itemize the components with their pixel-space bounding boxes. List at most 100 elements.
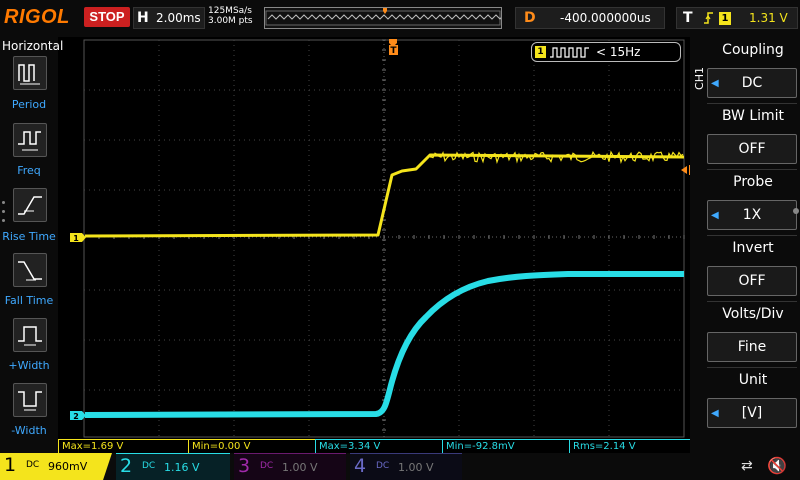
probe-title: Probe [733,174,773,190]
fall-time-button[interactable] [13,253,47,287]
volts-div-value: Fine [737,339,767,355]
waveform-memory-overview [264,7,525,29]
trigger-source-badge: 1 [719,12,731,25]
invert-value: OFF [738,273,766,289]
channel-1-scale: 960mV [48,460,88,473]
speaker-muted-icon[interactable]: 🔇 [767,456,787,475]
timebase-letter: H [137,10,149,26]
dc-coupling-icon: DC [26,460,40,470]
delay-value: -400.000000us [560,11,651,25]
ch1-max-measurement[interactable]: Max=1.69 V [58,439,188,453]
horizontal-measure-panel: Horizontal Period Freq Rise Time Fall Ti… [0,37,63,453]
negative-width-button[interactable] [13,383,47,417]
trigger-letter: T [683,10,693,26]
period-label: Period [11,98,47,111]
unit-value: [V] [741,405,763,421]
fall-time-label: Fall Time [4,294,54,307]
menu-divider [707,367,797,368]
menu-divider [707,301,797,302]
fall-time-icon [18,261,42,281]
measurement-bar: Max=1.69 V Min=0.00 V Max=3.34 V Min=-92… [58,439,690,453]
menu-divider [707,103,797,104]
channel-menu-panel: CH1 Coupling ◀ DC BW Limit OFF Probe ◀ 1… [690,37,800,453]
timebase-display[interactable]: H 2.00ms [133,7,205,29]
panel-title: Horizontal [2,39,64,53]
square-wave-icon [550,47,589,58]
rising-edge-icon [703,10,715,30]
frequency-button[interactable] [13,123,47,157]
positive-width-button[interactable] [13,318,47,352]
frequency-icon [18,131,41,151]
menu-divider [707,169,797,170]
coupling-title: Coupling [722,42,784,58]
channel-1-trace [84,153,685,238]
frequency-counter: 1 < 15Hz [531,42,681,62]
top-status-bar: RIGOL STOP H 2.00ms 125MSa/s 3.00M pts D… [0,0,800,37]
sample-rate: 125MSa/s [208,6,252,16]
freq-counter-channel: 1 [535,46,546,58]
memory-overview-graphic [265,8,525,26]
menu-divider [707,235,797,236]
rise-time-label: Rise Time [2,230,56,243]
ch2-min-measurement[interactable]: Min=-92.8mV [442,439,569,453]
delay-display[interactable]: D -400.000000us [515,7,665,29]
waveform-display[interactable]: T 1 2 [58,37,690,439]
system-status: ⇄ 🔇 [705,453,800,480]
ch1-min-measurement[interactable]: Min=0.00 V [188,439,315,453]
usb-icon: ⇄ [741,458,753,474]
coupling-value: DC [741,75,763,91]
channel-4-number: 4 [354,455,367,477]
scroll-indicator [2,201,6,228]
unit-menu[interactable]: ◀ [V] [707,398,797,428]
negative-width-label: -Width [11,424,47,437]
timebase-value: 2.00ms [156,11,201,25]
memory-depth: 3.00M pts [208,16,253,26]
channel-2-tab[interactable]: 2 DC 1.16 V [116,453,230,480]
channel-status-bar: 1 DC 960mV 2 DC 1.16 V 3 DC 1.00 V 4 DC … [0,453,800,480]
probe-menu[interactable]: ◀ 1X [707,200,797,230]
ch2-rms-measurement[interactable]: Rms=2.14 V [569,439,690,453]
channel-2-scale: 1.16 V [164,461,200,474]
channel-1-marker-label: 1 [73,234,79,243]
invert-menu[interactable]: OFF [707,266,797,296]
bw-limit-title: BW Limit [721,108,785,124]
trigger-position-marker [383,8,387,14]
channel-1-tab[interactable]: 1 DC 960mV [0,453,112,480]
channel-menu-label: CH1 [693,67,706,90]
bw-limit-value: OFF [738,141,766,157]
period-icon [18,64,40,85]
volts-div-menu[interactable]: Fine [707,332,797,362]
channel-1-number: 1 [4,454,17,476]
scroll-dot [793,208,799,214]
dc-coupling-icon: DC [260,461,274,471]
probe-value: 1X [742,207,762,223]
volts-div-title: Volts/Div [722,306,784,322]
run-stop-status[interactable]: STOP [84,7,130,27]
period-button[interactable] [13,56,47,90]
frequency-label: Freq [17,164,41,177]
positive-width-label: +Width [8,359,50,372]
freq-counter-value: < 15Hz [596,45,641,59]
invert-title: Invert [732,240,774,256]
channel-3-tab[interactable]: 3 DC 1.00 V [234,453,346,480]
positive-width-icon [18,326,42,346]
rigol-logo: RIGOL [4,6,70,28]
bw-limit-menu[interactable]: OFF [707,134,797,164]
delay-letter: D [524,10,536,26]
channel-4-tab[interactable]: 4 DC 1.00 V [350,453,462,480]
rise-time-button[interactable] [13,188,47,222]
channel-3-number: 3 [238,455,251,477]
ch2-max-measurement[interactable]: Max=3.34 V [315,439,442,453]
trigger-display[interactable]: T 1 1.31 V [676,7,798,29]
channel-2-number: 2 [120,455,133,477]
dc-coupling-icon: DC [376,461,390,471]
trigger-level: 1.31 V [749,11,788,25]
waveform-grid: T 1 2 [70,39,690,438]
channel-2-marker-label: 2 [73,412,79,421]
dc-coupling-icon: DC [142,461,156,471]
sampling-info: 125MSa/s 3.00M pts [208,6,253,26]
negative-width-icon [18,391,42,411]
channel-4-scale: 1.00 V [398,461,434,474]
unit-title: Unit [738,372,768,388]
coupling-menu[interactable]: ◀ DC [707,68,797,98]
